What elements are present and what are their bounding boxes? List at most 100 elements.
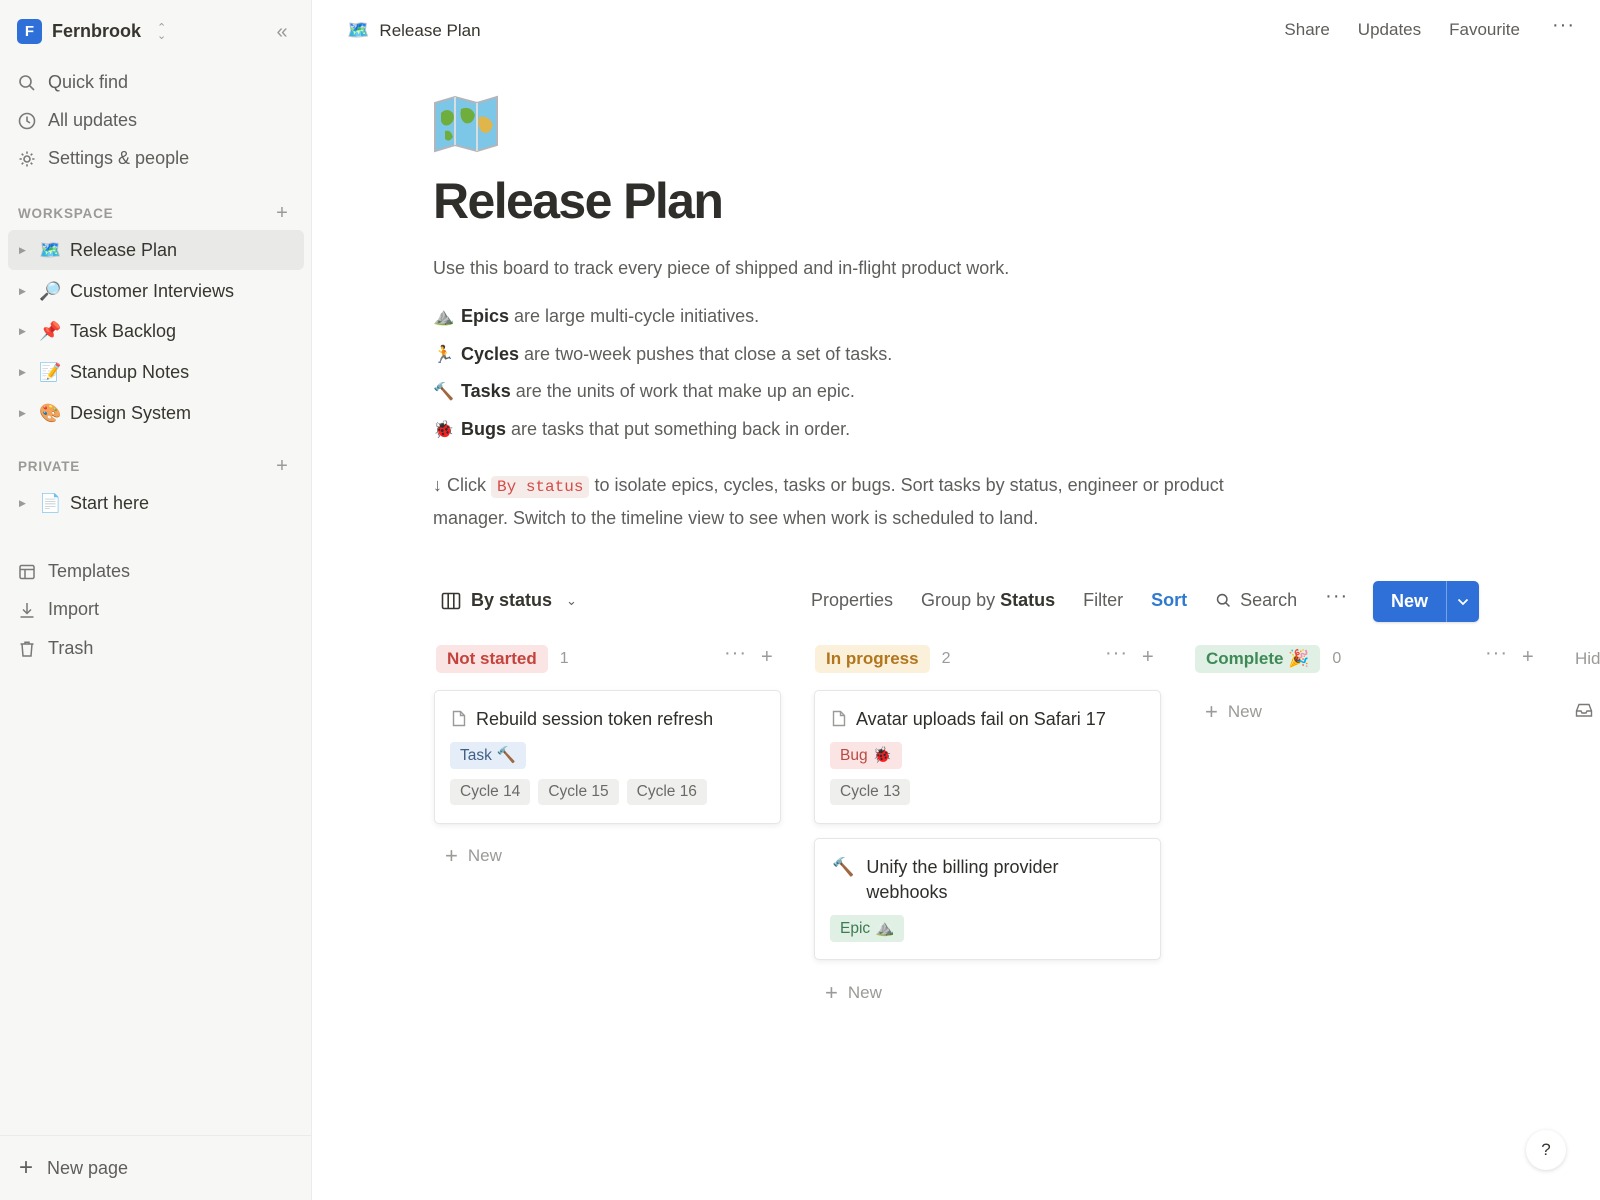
card-title: 🔨 Unify the billing provider webhooks xyxy=(832,855,1132,905)
board-more-icon[interactable]: ··· xyxy=(1325,585,1348,608)
page-label: Standup Notes xyxy=(70,361,190,382)
sidebar-quick-find[interactable]: Quick find xyxy=(17,72,128,93)
board-card[interactable]: 🔨 Unify the billing provider webhooks Ep… xyxy=(814,838,1161,960)
sidebar-page-start-here[interactable]: ▶ 📄 Start here xyxy=(8,483,304,523)
hint-prefix: ↓ Click xyxy=(433,475,486,495)
workspace-name: Fernbrook xyxy=(52,21,142,41)
legend-bugs: 🐞 Bugs are tasks that put something back… xyxy=(433,419,850,440)
expand-caret-icon[interactable]: ▶ xyxy=(19,408,33,419)
page-title[interactable]: Release Plan xyxy=(433,172,724,230)
page-label: Release Plan xyxy=(70,239,178,260)
search-button[interactable]: Search xyxy=(1215,590,1297,611)
board-toolbar: Properties Group by Status Filter Sort S… xyxy=(811,585,1348,611)
page-label: Start here xyxy=(70,492,150,513)
runner-icon: 🏃 xyxy=(433,344,455,364)
expand-caret-icon[interactable]: ▶ xyxy=(19,367,33,378)
sidebar-trash[interactable]: Trash xyxy=(17,638,93,659)
sidebar-import[interactable]: Import xyxy=(17,599,99,620)
column-new-button[interactable]: + New xyxy=(1205,699,1262,724)
chevron-down-icon: ⌄ xyxy=(566,592,577,608)
plus-icon: + xyxy=(445,843,458,868)
expand-caret-icon[interactable]: ▶ xyxy=(19,498,33,509)
card-cycle-row: Cycle 13 xyxy=(830,779,911,805)
column-new-button[interactable]: + New xyxy=(825,982,882,1004)
column-header-complete[interactable]: Complete 🎉 0 xyxy=(1195,645,1341,673)
column-more-icon[interactable]: ··· xyxy=(724,642,747,665)
new-label: New xyxy=(847,983,882,1002)
column-header-in-progress[interactable]: In progress 2 xyxy=(815,645,951,673)
type-tag-label: Task xyxy=(460,746,492,764)
properties-button[interactable]: Properties xyxy=(811,590,893,611)
card-title-text: Unify the billing provider webhooks xyxy=(866,857,1059,902)
group-by-value: Status xyxy=(1000,590,1056,610)
collapse-sidebar-icon[interactable]: « xyxy=(270,20,294,44)
map-icon[interactable] xyxy=(433,95,499,153)
add-private-page-button[interactable]: + xyxy=(272,456,292,476)
sort-button[interactable]: Sort xyxy=(1151,590,1187,611)
sidebar-nav-label: Trash xyxy=(48,638,94,658)
memo-icon: 📝 xyxy=(39,361,62,382)
status-badge: Not started xyxy=(436,645,548,673)
clock-icon xyxy=(18,112,36,129)
column-actions: ··· + xyxy=(1485,642,1534,669)
type-tag: Bug 🐞 xyxy=(830,742,902,769)
sidebar-templates[interactable]: Templates xyxy=(17,561,130,582)
legend-text: are large multi-cycle initiatives. xyxy=(514,306,760,326)
palette-icon: 🎨 xyxy=(39,402,62,423)
expand-caret-icon[interactable]: ▶ xyxy=(19,245,33,256)
search-icon xyxy=(19,74,35,91)
private-section-label: PRIVATE xyxy=(18,459,81,474)
help-button[interactable]: ? xyxy=(1526,1130,1566,1170)
group-by-button[interactable]: Group by Status xyxy=(921,590,1055,611)
sidebar-page-task-backlog[interactable]: ▶ 📌 Task Backlog xyxy=(8,311,304,351)
sidebar-all-updates[interactable]: All updates xyxy=(17,110,137,131)
board-card[interactable]: Rebuild session token refresh Task 🔨 Cycl… xyxy=(434,690,781,824)
sidebar-settings[interactable]: Settings & people xyxy=(17,148,189,169)
new-item-button[interactable]: New xyxy=(1373,581,1446,622)
column-more-icon[interactable]: ··· xyxy=(1485,642,1508,665)
legend-text: are the units of work that make up an ep… xyxy=(515,381,855,401)
legend-term: Cycles xyxy=(461,344,520,364)
sidebar-page-standup-notes[interactable]: ▶ 📝 Standup Notes xyxy=(8,352,304,392)
legend-text: are two-week pushes that close a set of … xyxy=(524,344,893,364)
page-label: Design System xyxy=(70,402,192,423)
search-icon xyxy=(1216,593,1231,607)
column-add-icon[interactable]: + xyxy=(1522,646,1534,669)
column-add-icon[interactable]: + xyxy=(761,646,773,669)
expand-caret-icon[interactable]: ▶ xyxy=(19,286,33,297)
column-count: 0 xyxy=(1332,650,1342,667)
add-workspace-page-button[interactable]: + xyxy=(272,203,292,223)
column-new-button[interactable]: + New xyxy=(445,843,502,868)
sidebar-page-release-plan[interactable]: ▶ 🗺️ Release Plan xyxy=(8,230,304,270)
new-item-button-group: New xyxy=(1373,581,1479,622)
column-count: 1 xyxy=(559,650,569,667)
status-badge: Complete 🎉 xyxy=(1195,645,1321,673)
new-page-button[interactable]: + New page xyxy=(0,1135,312,1200)
hammer-icon: 🔨 xyxy=(496,747,517,764)
board-view-switcher[interactable]: By status ⌄ xyxy=(441,590,577,611)
sidebar-nav-label: All updates xyxy=(48,110,138,130)
magnifier-icon: 🔎 xyxy=(39,280,62,301)
new-item-dropdown[interactable] xyxy=(1446,581,1479,622)
plus-icon: + xyxy=(1205,699,1218,724)
inbox-icon[interactable] xyxy=(1575,702,1593,718)
page-description: Use this board to track every piece of s… xyxy=(433,258,1010,278)
legend-cycles: 🏃 Cycles are two-week pushes that close … xyxy=(433,344,892,365)
plus-icon: + xyxy=(19,1154,34,1181)
column-add-icon[interactable]: + xyxy=(1142,646,1154,669)
page-hint: ↓ Click By status to isolate epics, cycl… xyxy=(433,470,1233,534)
card-title-text: Avatar uploads fail on Safari 17 xyxy=(856,709,1106,729)
page-label: Customer Interviews xyxy=(70,280,235,301)
hidden-groups-label[interactable]: Hid xyxy=(1575,649,1600,669)
filter-button[interactable]: Filter xyxy=(1083,590,1123,611)
workspace-switcher[interactable]: F Fernbrook ⌃ ⌄ xyxy=(17,19,166,44)
sidebar-page-design-system[interactable]: ▶ 🎨 Design System xyxy=(8,393,304,433)
column-header-not-started[interactable]: Not started 1 xyxy=(436,645,569,673)
sidebar-nav-label: Import xyxy=(48,599,100,619)
sidebar-page-customer-interviews[interactable]: ▶ 🔎 Customer Interviews xyxy=(8,271,304,311)
expand-caret-icon[interactable]: ▶ xyxy=(19,326,33,337)
column-more-icon[interactable]: ··· xyxy=(1105,642,1128,665)
board-card[interactable]: Avatar uploads fail on Safari 17 Bug 🐞 Cy… xyxy=(814,690,1161,824)
trash-icon xyxy=(20,640,34,657)
new-page-label: New page xyxy=(47,1157,129,1178)
